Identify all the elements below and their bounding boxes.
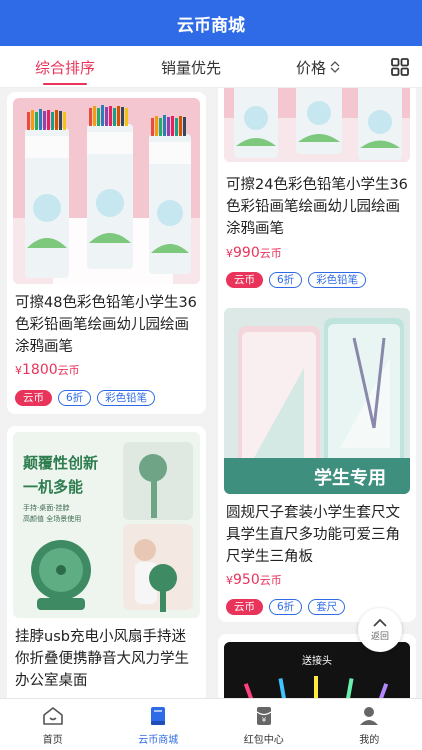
- product-price: ¥950云币: [226, 572, 282, 588]
- tag-category: 彩色铅笔: [308, 272, 367, 288]
- product-card[interactable]: 学生专用 圆规尺子套装小学生套尺文具学生直尺多功能可爱三角尺学生三角板 ¥950…: [218, 300, 416, 622]
- app-header: 云币商城: [0, 0, 422, 46]
- price-symbol: ¥: [226, 574, 233, 587]
- tag-discount: 6折: [58, 390, 92, 406]
- tab-label: 综合排序: [34, 58, 95, 77]
- nav-item-red-packet[interactable]: ¥ 红包中心: [211, 699, 317, 750]
- product-card[interactable]: 可擦48色彩色铅笔小学生36色彩铅画笔绘画幼儿园绘画涂鸦画笔 ¥1800云币 云…: [7, 92, 206, 414]
- product-tags: 云币 6折 彩色铅笔: [15, 390, 156, 406]
- nav-label: 首页: [42, 734, 63, 746]
- back-to-top-button[interactable]: 返回: [358, 608, 402, 652]
- grid-icon[interactable]: [390, 57, 410, 77]
- image-feature-text: 手持·桌面·挂脖: [23, 503, 69, 512]
- tab-sales-priority[interactable]: 销量优先: [146, 46, 236, 88]
- product-price: ¥990云币: [226, 245, 282, 261]
- product-feed[interactable]: 可擦48色彩色铅笔小学生36色彩铅画笔绘画幼儿园绘画涂鸦画笔 ¥1800云币 云…: [0, 88, 422, 698]
- nav-item-home[interactable]: 首页: [0, 699, 106, 750]
- home-icon: [42, 706, 63, 725]
- price-value: 950: [233, 572, 260, 588]
- tag-discount: 6折: [269, 272, 303, 288]
- price-unit: 云币: [259, 574, 282, 587]
- product-image[interactable]: 颠覆性创新 一机多能 手持·桌面·挂脖 高颜值 全场景使用: [13, 432, 200, 618]
- back-to-top-label: 返回: [370, 632, 389, 642]
- svg-text:¥: ¥: [262, 716, 267, 724]
- nav-item-mine[interactable]: 我的: [317, 699, 422, 750]
- image-feature-text: 高颜值 全场景使用: [23, 514, 81, 523]
- bottom-nav: 首页 云币商城 ¥ 红包中心 我的: [0, 698, 422, 750]
- tag-discount: 6折: [269, 599, 303, 615]
- book-icon: [151, 706, 166, 725]
- nav-label: 我的: [359, 734, 380, 746]
- sort-tabs: 综合排序 销量优先 价格: [0, 46, 422, 88]
- tag-coin: 云币: [15, 390, 52, 406]
- user-icon: [360, 706, 379, 725]
- price-symbol: ¥: [226, 247, 233, 260]
- price-symbol: ¥: [15, 364, 22, 377]
- tab-price[interactable]: 价格: [278, 46, 358, 88]
- product-image[interactable]: [224, 88, 410, 162]
- product-title[interactable]: 挂脖usb充电小风扇手持迷你折叠便携静音大风力学生办公室桌面: [15, 626, 198, 692]
- price-value: 1800: [22, 362, 58, 378]
- product-title[interactable]: 可擦24色彩色铅笔小学生36色彩铅画笔绘画幼儿园绘画涂鸦画笔: [226, 174, 408, 240]
- nav-label: 红包中心: [243, 734, 284, 746]
- product-image[interactable]: 学生专用: [224, 308, 410, 494]
- chevron-up-icon: [373, 618, 387, 627]
- product-card[interactable]: 颠覆性创新 一机多能 手持·桌面·挂脖 高颜值 全场景使用 挂脖usb充电小风扇…: [7, 426, 206, 698]
- tab-overall-sort[interactable]: 综合排序: [20, 46, 110, 88]
- product-tags: 云币 6折 套尺: [226, 599, 346, 615]
- product-image[interactable]: [13, 98, 200, 284]
- tag-coin: 云币: [226, 599, 263, 615]
- sort-arrows-icon: [330, 61, 340, 73]
- image-banner-text: 学生专用: [314, 467, 386, 489]
- tag-category: 套尺: [308, 599, 346, 615]
- product-tags: 云币 6折 彩色铅笔: [226, 272, 367, 288]
- tag-coin: 云币: [226, 272, 263, 288]
- image-subheadline: 一机多能: [23, 478, 83, 496]
- nav-label: 云币商城: [138, 734, 179, 746]
- price-unit: 云币: [57, 364, 80, 377]
- red-packet-icon: ¥: [256, 706, 272, 725]
- tab-label: 销量优先: [160, 58, 221, 77]
- price-value: 990: [233, 245, 260, 261]
- nav-item-coin-mall[interactable]: 云币商城: [106, 699, 212, 750]
- tab-label: 价格: [295, 58, 326, 77]
- page-title: 云币商城: [177, 15, 245, 36]
- tag-category: 彩色铅笔: [97, 390, 156, 406]
- product-title[interactable]: 可擦48色彩色铅笔小学生36色彩铅画笔绘画幼儿园绘画涂鸦画笔: [15, 292, 198, 358]
- price-unit: 云币: [259, 247, 282, 260]
- image-headline: 颠覆性创新: [22, 454, 98, 472]
- product-price: ¥1800云币: [15, 362, 80, 378]
- product-title[interactable]: 圆规尺子套装小学生套尺文具学生直尺多功能可爱三角尺学生三角板: [226, 502, 408, 568]
- active-tab-underline: [43, 83, 87, 85]
- image-banner-text: 送接头: [302, 654, 332, 667]
